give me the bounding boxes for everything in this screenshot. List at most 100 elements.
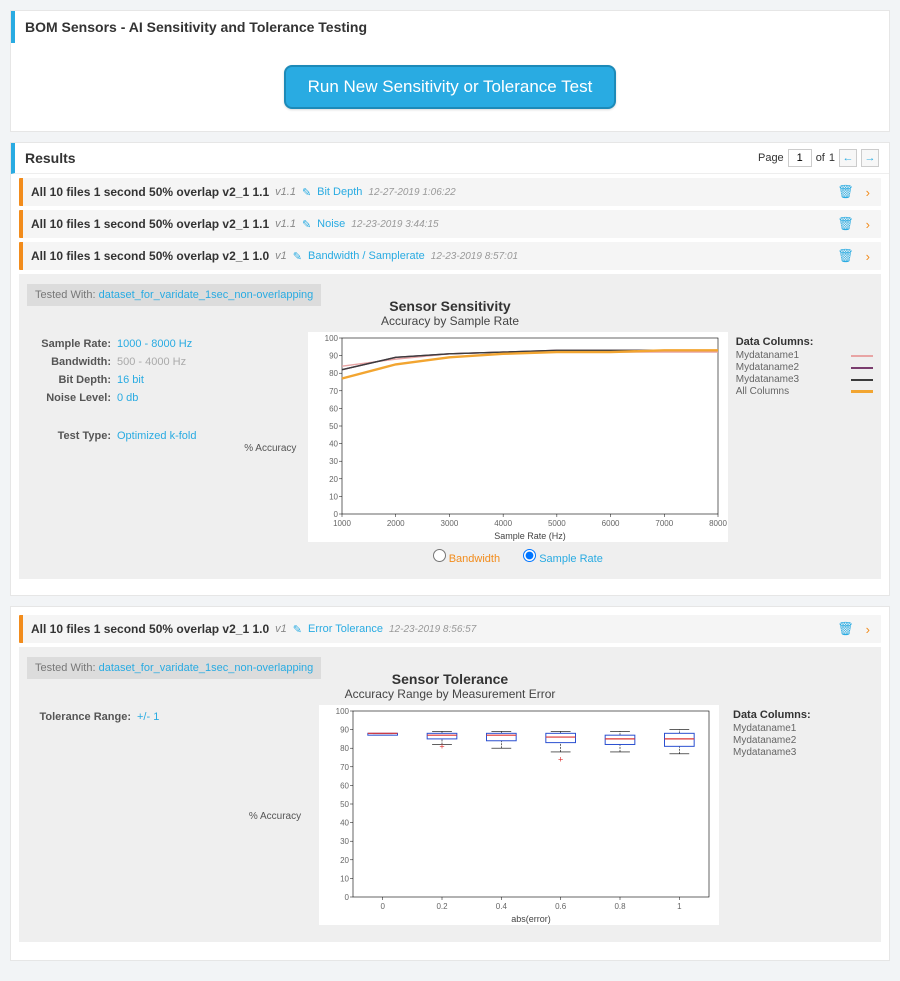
result-version: v1.1	[275, 218, 296, 230]
svg-text:+: +	[558, 754, 563, 764]
svg-text:90: 90	[329, 352, 338, 361]
svg-text:30: 30	[329, 457, 338, 466]
svg-text:50: 50	[329, 422, 338, 431]
result-title: All 10 files 1 second 50% overlap v2_1 1…	[31, 217, 269, 231]
trash-icon[interactable]: 🗑	[834, 621, 857, 637]
svg-text:6000: 6000	[601, 519, 619, 528]
svg-text:100: 100	[336, 707, 350, 716]
result-title: All 10 files 1 second 50% overlap v2_1 1…	[31, 185, 269, 199]
chart-area: 0102030405060708090100100020003000400050…	[308, 332, 728, 565]
svg-text:10: 10	[340, 874, 349, 883]
edit-icon[interactable]: ✎	[302, 218, 311, 231]
edit-icon[interactable]: ✎	[302, 186, 311, 199]
legend-item: Mydataname2	[733, 735, 873, 746]
svg-text:20: 20	[329, 475, 338, 484]
meta-label: Test Type:	[27, 430, 117, 442]
svg-text:8000: 8000	[709, 519, 727, 528]
edit-icon[interactable]: ✎	[293, 250, 302, 263]
tested-with-link[interactable]: dataset_for_varidate_1sec_non-overlappin…	[99, 289, 314, 301]
pager-prev-button[interactable]: ←	[839, 149, 857, 167]
result-title: All 10 files 1 second 50% overlap v2_1 1…	[31, 622, 269, 636]
chart-area: 010203040506070809010000.20.40.60.81abs(…	[313, 705, 725, 928]
toggle-bandwidth[interactable]: Bandwidth	[433, 553, 500, 565]
result-row[interactable]: All 10 files 1 second 50% overlap v2_1 1…	[19, 615, 881, 643]
result-version: v1	[275, 623, 287, 635]
result-version: v1.1	[275, 186, 296, 198]
svg-text:4000: 4000	[494, 519, 512, 528]
svg-text:100: 100	[324, 334, 338, 343]
radio-bandwidth[interactable]	[433, 549, 446, 562]
legend-item: All Columns	[736, 386, 873, 397]
tested-with-label: Tested With:	[35, 662, 96, 674]
meta-value: Optimized k-fold	[117, 430, 196, 442]
meta-value: 16 bit	[117, 374, 144, 386]
svg-text:30: 30	[340, 837, 349, 846]
header-bar: BOM Sensors - AI Sensitivity and Toleran…	[11, 11, 889, 43]
tolerance-box-chart: 010203040506070809010000.20.40.60.81abs(…	[319, 705, 719, 925]
svg-text:50: 50	[340, 800, 349, 809]
legend-item: Mydataname1	[733, 723, 873, 734]
chart-mode-toggle: Bandwidth Sample Rate	[308, 549, 728, 565]
trash-icon[interactable]: 🗑	[834, 184, 857, 200]
meta-label: Sample Rate:	[27, 338, 117, 350]
legend-header: Data Columns:	[736, 336, 873, 348]
result-row[interactable]: All 10 files 1 second 50% overlap v2_1 1…	[19, 210, 881, 238]
svg-text:0: 0	[345, 893, 350, 902]
svg-text:20: 20	[340, 856, 349, 865]
svg-text:0.2: 0.2	[436, 902, 448, 911]
svg-text:80: 80	[340, 744, 349, 753]
header-panel: BOM Sensors - AI Sensitivity and Toleran…	[10, 10, 890, 132]
svg-text:1000: 1000	[333, 519, 351, 528]
sensitivity-line-chart: 0102030405060708090100100020003000400050…	[308, 332, 728, 542]
expand-icon[interactable]: ›	[863, 217, 873, 232]
radio-sample-rate[interactable]	[523, 549, 536, 562]
edit-icon[interactable]: ✎	[293, 623, 302, 636]
svg-text:0.6: 0.6	[555, 902, 567, 911]
expand-icon[interactable]: ›	[863, 622, 873, 637]
pager-current-input[interactable]	[788, 149, 812, 167]
tested-with-link[interactable]: dataset_for_varidate_1sec_non-overlappin…	[99, 662, 314, 674]
pager-label-of: of	[816, 152, 825, 164]
result-type-link[interactable]: Noise	[317, 218, 345, 230]
tested-with-label: Tested With:	[35, 289, 96, 301]
result-row[interactable]: All 10 files 1 second 50% overlap v2_1 1…	[19, 242, 881, 270]
run-test-button[interactable]: Run New Sensitivity or Tolerance Test	[284, 65, 617, 109]
toggle-sample-rate[interactable]: Sample Rate	[523, 553, 603, 565]
svg-text:1: 1	[677, 902, 682, 911]
svg-text:40: 40	[340, 819, 349, 828]
svg-text:0.4: 0.4	[496, 902, 508, 911]
meta-value: 1000 - 8000 Hz	[117, 338, 192, 350]
tested-with-badge: Tested With: dataset_for_varidate_1sec_n…	[27, 284, 321, 306]
pager-next-button[interactable]: →	[861, 149, 879, 167]
legend-item: Mydataname2	[736, 362, 873, 373]
chart-subtitle: Accuracy by Sample Rate	[27, 314, 873, 328]
tested-with-badge: Tested With: dataset_for_varidate_1sec_n…	[27, 657, 321, 679]
svg-text:Sample Rate (Hz): Sample Rate (Hz)	[494, 531, 566, 541]
result-type-link[interactable]: Error Tolerance	[308, 623, 383, 635]
svg-text:70: 70	[329, 387, 338, 396]
result-detail-tolerance: Tested With: dataset_for_varidate_1sec_n…	[19, 647, 881, 942]
header-body: Run New Sensitivity or Tolerance Test	[11, 43, 889, 131]
results-panel: Results Page of 1 ← → All 10 files 1 sec…	[10, 142, 890, 596]
expand-icon[interactable]: ›	[863, 249, 873, 264]
svg-text:0: 0	[380, 902, 385, 911]
svg-text:7000: 7000	[655, 519, 673, 528]
svg-text:abs(error): abs(error)	[511, 914, 551, 924]
svg-text:+: +	[439, 741, 444, 751]
svg-text:60: 60	[340, 781, 349, 790]
trash-icon[interactable]: 🗑	[834, 216, 857, 232]
result-title: All 10 files 1 second 50% overlap v2_1 1…	[31, 249, 269, 263]
meta-value: 0 db	[117, 392, 138, 404]
meta-column: Tolerance Range:+/- 1	[27, 705, 237, 928]
meta-label: Bandwidth:	[27, 356, 117, 368]
result-type-link[interactable]: Bandwidth / Samplerate	[308, 250, 425, 262]
result-timestamp: 12-23-2019 8:56:57	[389, 624, 476, 635]
chart-y-label: % Accuracy	[249, 811, 301, 822]
legend-column: Data Columns: Mydataname1Mydataname2Myda…	[736, 332, 873, 565]
trash-icon[interactable]: 🗑	[834, 248, 857, 264]
result-row[interactable]: All 10 files 1 second 50% overlap v2_1 1…	[19, 178, 881, 206]
results-header: Results Page of 1 ← →	[11, 143, 889, 174]
legend-item: Mydataname1	[736, 350, 873, 361]
expand-icon[interactable]: ›	[863, 185, 873, 200]
result-type-link[interactable]: Bit Depth	[317, 186, 362, 198]
